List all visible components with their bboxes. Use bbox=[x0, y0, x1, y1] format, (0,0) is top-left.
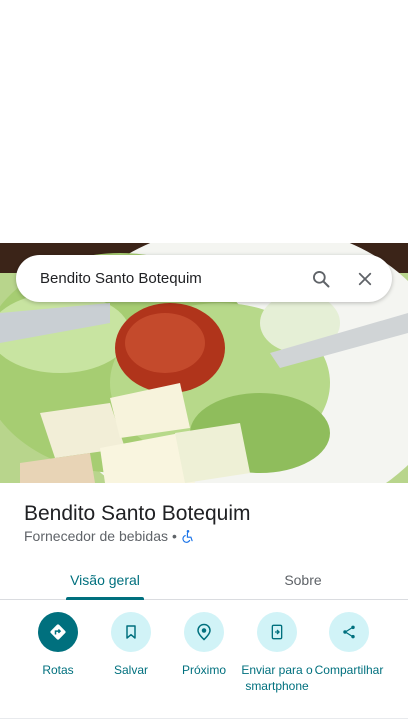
search-bar[interactable]: Bendito Santo Botequim bbox=[16, 255, 392, 302]
nearby-button[interactable]: Próximo bbox=[164, 612, 244, 678]
directions-icon bbox=[50, 624, 66, 640]
send-to-phone-label: Enviar para o smartphone bbox=[241, 663, 313, 693]
share-button[interactable]: Compartilhar bbox=[309, 612, 389, 678]
active-tab-indicator bbox=[66, 597, 144, 600]
send-to-phone-icon bbox=[271, 624, 283, 640]
search-button[interactable] bbox=[304, 262, 338, 296]
directions-label: Rotas bbox=[42, 663, 74, 677]
place-sheet: Bendito Santo Botequim Bendito Santo Bot… bbox=[0, 0, 408, 726]
save-button[interactable]: Salvar bbox=[91, 612, 171, 678]
close-button[interactable] bbox=[348, 262, 382, 296]
place-category: Fornecedor de bebidas bbox=[24, 528, 168, 544]
tab-about[interactable]: Sobre bbox=[264, 560, 342, 600]
search-query[interactable]: Bendito Santo Botequim bbox=[40, 270, 304, 287]
save-label: Salvar bbox=[113, 663, 148, 677]
action-buttons: Rotas Salvar Próximo Enviar para o smart… bbox=[0, 612, 408, 712]
nearby-label: Próximo bbox=[181, 663, 226, 677]
divider bbox=[0, 718, 408, 719]
nearby-icon bbox=[197, 623, 211, 641]
close-icon bbox=[358, 272, 372, 285]
share-icon bbox=[343, 625, 355, 639]
directions-button[interactable]: Rotas bbox=[18, 612, 98, 678]
bookmark-icon bbox=[126, 625, 136, 639]
separator-dot: • bbox=[172, 528, 177, 544]
place-subtitle: Fornecedor de bebidas • bbox=[24, 528, 195, 544]
share-label: Compartilhar bbox=[314, 663, 384, 677]
tab-overview[interactable]: Visão geral bbox=[66, 560, 144, 600]
map-area[interactable] bbox=[0, 0, 408, 243]
search-icon bbox=[313, 270, 330, 287]
tab-bar: Visão geral Sobre bbox=[0, 560, 408, 600]
place-title: Bendito Santo Botequim bbox=[24, 502, 251, 525]
wheelchair-icon bbox=[182, 530, 193, 543]
send-to-phone-button[interactable]: Enviar para o smartphone bbox=[237, 612, 317, 694]
